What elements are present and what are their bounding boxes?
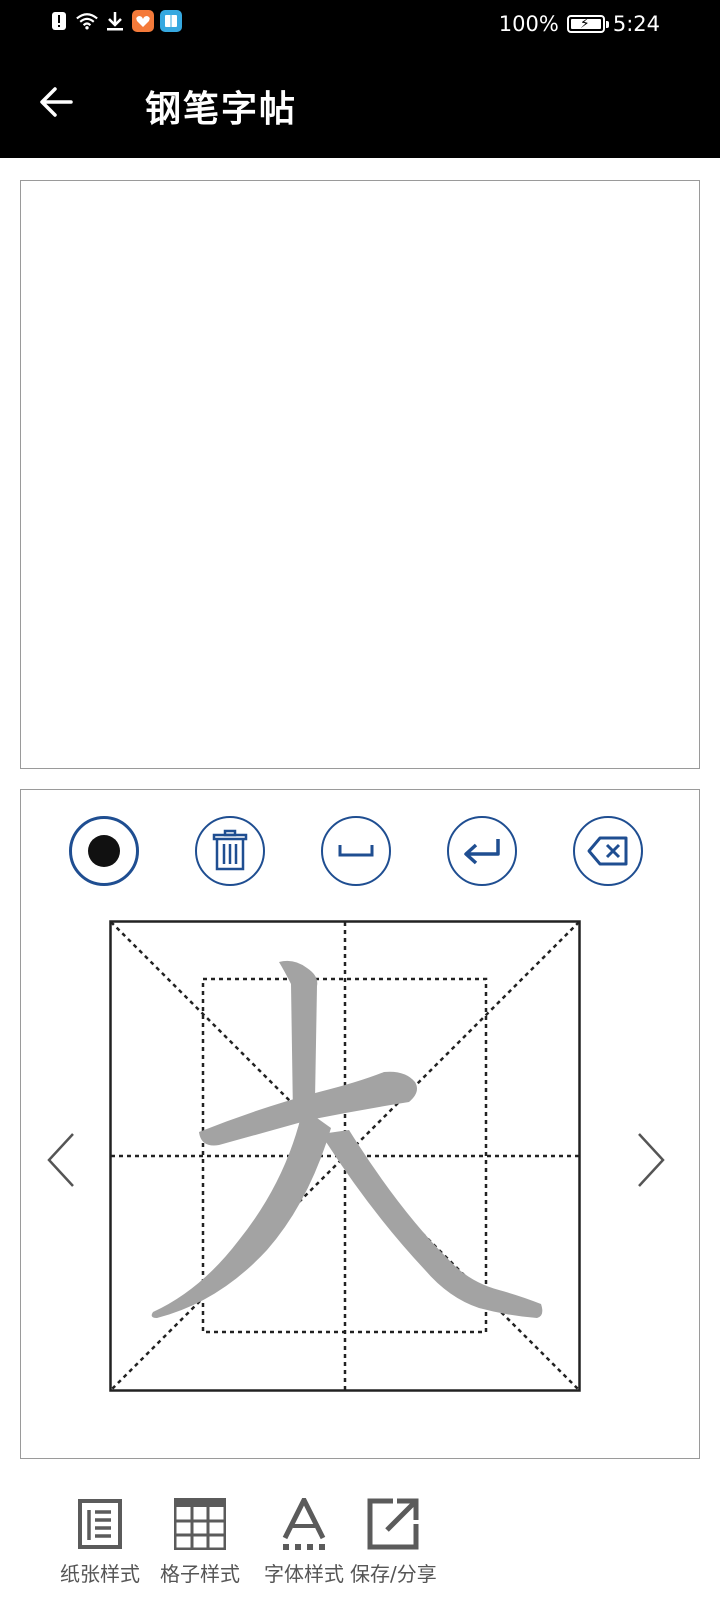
enter-icon [464, 839, 500, 865]
paper-style-label: 纸张样式 [60, 1562, 140, 1586]
paper-style-button[interactable]: 纸张样式 [60, 1498, 140, 1587]
previous-char-button[interactable] [41, 1130, 81, 1190]
clear-button[interactable] [195, 816, 265, 886]
font-style-button[interactable]: 字体样式 [264, 1498, 344, 1587]
grid-style-button[interactable]: 格子样式 [160, 1498, 240, 1587]
trash-icon [212, 829, 248, 871]
font-icon [282, 1498, 326, 1550]
status-bar: 100% ⚡ 5:24 [0, 0, 720, 50]
save-share-label: 保存/分享 [350, 1562, 437, 1586]
battery-icon: ⚡ [566, 15, 609, 33]
character-editor: 大 [20, 789, 700, 1459]
enter-button[interactable] [447, 816, 517, 886]
health-app-icon [132, 10, 154, 32]
book-app-icon [160, 10, 182, 32]
app-bar: 钢笔字帖 [0, 50, 720, 158]
copybook-preview[interactable] [20, 180, 700, 769]
back-button[interactable] [34, 80, 78, 124]
save-share-button[interactable]: 保存/分享 [350, 1498, 437, 1587]
alert-icon [48, 10, 70, 32]
chevron-right-icon [638, 1133, 665, 1187]
paper-icon [78, 1499, 122, 1549]
arrow-left-icon [40, 87, 73, 117]
space-icon [338, 845, 374, 857]
status-icons [48, 10, 182, 32]
status-right: 100% ⚡ 5:24 [499, 12, 660, 36]
record-button[interactable] [69, 816, 139, 886]
chevron-left-icon [47, 1133, 74, 1187]
bottom-toolbar: 纸张样式 格子样式 字体样式 保存/分享 [0, 1480, 720, 1600]
clock: 5:24 [612, 12, 660, 36]
next-char-button[interactable] [631, 1130, 671, 1190]
wifi-icon [76, 10, 98, 32]
backspace-icon [587, 836, 628, 866]
page-title: 钢笔字帖 [145, 89, 298, 130]
download-icon [104, 10, 126, 32]
space-button[interactable] [321, 816, 391, 886]
backspace-button[interactable] [573, 816, 643, 886]
dot-icon [88, 835, 120, 867]
font-style-label: 字体样式 [264, 1562, 344, 1586]
share-icon [367, 1498, 419, 1550]
grid-icon [174, 1498, 226, 1550]
writing-grid[interactable]: 大 [109, 920, 591, 1400]
battery-percent: 100% [498, 12, 559, 36]
grid-style-label: 格子样式 [160, 1562, 240, 1586]
